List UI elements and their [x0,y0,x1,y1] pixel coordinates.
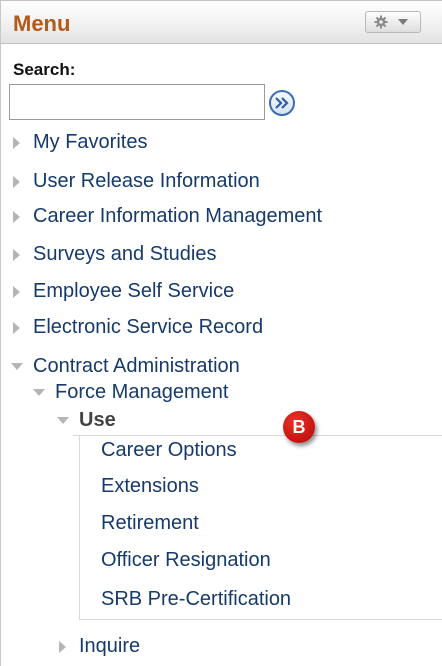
menu-item-label[interactable]: My Favorites [33,128,147,156]
menu-item-user-release-information[interactable]: User Release Information [11,167,431,195]
menu-item-label[interactable]: User Release Information [33,167,260,195]
menu-item-label[interactable]: Electronic Service Record [33,313,263,341]
collapse-triangle-icon[interactable] [57,417,69,424]
callout-badge: B [283,411,315,443]
expand-triangle-icon[interactable] [13,211,20,223]
expand-triangle-icon[interactable] [13,176,20,188]
expand-triangle-icon[interactable] [13,249,20,261]
menu-item-label[interactable]: Employee Self Service [33,277,234,305]
expand-triangle-icon[interactable] [13,137,20,149]
menu-options-button[interactable] [365,11,421,33]
menu-item-electronic-service-record[interactable]: Electronic Service Record [11,313,431,341]
search-input[interactable] [9,84,265,120]
search-label: Search: [13,60,76,79]
expand-triangle-icon[interactable] [13,322,20,334]
menu-item-label[interactable]: Force Management [55,378,228,406]
menu-item-use[interactable]: Use [57,406,257,434]
menu-item-employee-self-service[interactable]: Employee Self Service [11,277,431,305]
menu-leaf-retirement[interactable]: Retirement [101,509,199,537]
menu-item-my-favorites[interactable]: My Favorites [11,128,431,156]
menu-item-label[interactable]: Contract Administration [33,352,240,380]
expand-triangle-icon[interactable] [59,641,66,653]
gear-icon [374,15,408,29]
menu-leaf-officer-resignation[interactable]: Officer Resignation [101,546,271,574]
menu-item-surveys-and-studies[interactable]: Surveys and Studies [11,240,431,268]
menu-item-label[interactable]: Inquire [79,632,140,660]
menu-title: Menu [13,11,71,36]
expand-triangle-icon[interactable] [13,286,20,298]
menu-item-career-information-management[interactable]: Career Information Management [11,202,431,230]
menu-item-label[interactable]: Career Information Management [33,202,322,230]
menu-panel: Menu Search: My Favorites User Release I… [0,0,442,666]
double-chevron-right-icon [275,97,289,109]
menu-item-contract-administration[interactable]: Contract Administration [11,352,431,380]
collapse-triangle-icon[interactable] [33,389,45,396]
menu-header: Menu [1,0,442,44]
menu-leaf-extensions[interactable]: Extensions [101,472,199,500]
collapse-triangle-icon[interactable] [11,363,23,370]
menu-item-label[interactable]: Use [79,406,116,434]
menu-item-inquire[interactable]: Inquire [59,632,259,660]
menu-leaf-srb-pre-certification[interactable]: SRB Pre-Certification [101,585,291,613]
menu-item-force-management[interactable]: Force Management [33,378,433,406]
menu-leaf-career-options[interactable]: Career Options [101,436,237,464]
chevron-down-icon [398,19,408,25]
search-go-button[interactable] [269,90,295,116]
menu-item-label[interactable]: Surveys and Studies [33,240,216,268]
